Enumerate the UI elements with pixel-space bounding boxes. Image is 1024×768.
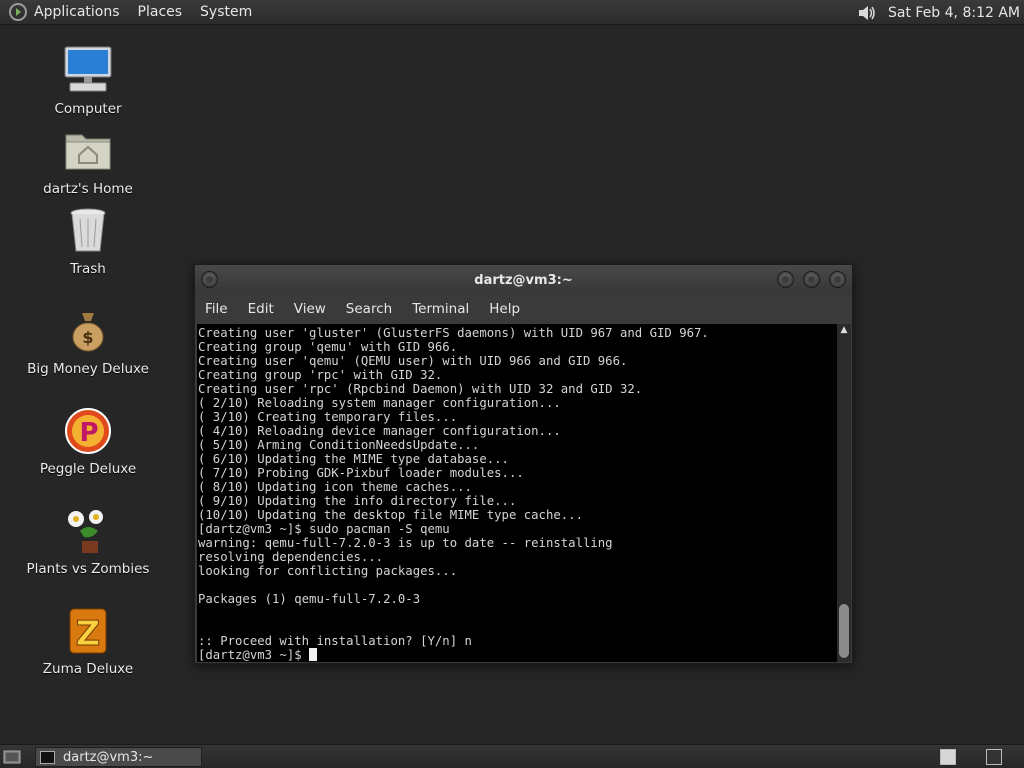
menu-terminal[interactable]: Terminal (412, 301, 469, 317)
terminal-menubar: File Edit View Search Terminal Help (195, 295, 852, 323)
desktop-icon-computer[interactable]: Computer (13, 45, 163, 117)
desktop-icon-peggle[interactable]: P Peggle Deluxe (13, 405, 163, 477)
desktop-icon-trash[interactable]: Trash (13, 205, 163, 277)
places-menu[interactable]: Places (138, 4, 183, 20)
top-panel: Applications Places System Sat Feb 4, 8:… (0, 0, 1024, 25)
close-button[interactable] (829, 271, 846, 288)
taskbar-terminal-button[interactable]: dartz@vm3:~ (35, 747, 202, 767)
terminal-title: dartz@vm3:~ (474, 272, 573, 288)
scrollbar-thumb[interactable] (839, 604, 849, 658)
minimize-button[interactable] (777, 271, 794, 288)
terminal-icon (40, 750, 55, 764)
desktop-icon-label: dartz's Home (43, 181, 133, 197)
menu-search[interactable]: Search (346, 301, 392, 317)
terminal-line: ( 9/10) Updating the info directory file… (198, 494, 517, 508)
terminal-window[interactable]: dartz@vm3:~ File Edit View Search Termin… (194, 264, 853, 664)
desktop-icon-label: Plants vs Zombies (26, 561, 150, 577)
terminal-line: ( 8/10) Updating icon theme caches... (198, 480, 472, 494)
terminal-line: Creating group 'qemu' with GID 966. (198, 340, 458, 354)
system-menu[interactable]: System (200, 4, 252, 20)
terminal-line: resolving dependencies... (198, 550, 384, 564)
taskbar-label: dartz@vm3:~ (63, 749, 154, 765)
speaker-icon[interactable] (856, 3, 878, 23)
trash-icon (70, 208, 106, 252)
terminal-line: :: Proceed with installation? [Y/n] n (198, 634, 472, 648)
desktop-icon-label: Computer (54, 101, 122, 117)
terminal-prompt: [dartz@vm3 ~]$ (198, 648, 310, 662)
terminal-line: ( 4/10) Reloading device manager configu… (198, 424, 561, 438)
plants-icon (68, 510, 103, 553)
maximize-button[interactable] (803, 271, 820, 288)
text-cursor (309, 648, 318, 661)
zuma-icon: Z (69, 608, 107, 655)
desktop-icon-label: Trash (70, 261, 106, 277)
gnome-foot-icon[interactable] (8, 2, 28, 22)
desktop-icon-label: Big Money Deluxe (27, 361, 149, 377)
desktop-icon-label: Peggle Deluxe (39, 461, 137, 477)
menu-file[interactable]: File (205, 301, 228, 317)
top-panel-tray: Sat Feb 4, 8:12 AM (856, 0, 1020, 25)
show-desktop-icon[interactable] (3, 748, 21, 765)
desktop-icon-plants-vs-zombies[interactable]: Plants vs Zombies (13, 505, 163, 577)
workspace-1[interactable] (940, 749, 956, 765)
desktop-icon-label: Zuma Deluxe (42, 661, 134, 677)
terminal-line: (10/10) Updating the desktop file MIME t… (198, 508, 583, 522)
terminal-scrollbar[interactable]: ▲ (837, 324, 851, 662)
terminal-line: looking for conflicting packages... (198, 564, 458, 578)
terminal-line: Packages (1) qemu-full-7.2.0-3 (198, 592, 421, 606)
computer-icon (64, 46, 112, 92)
clock[interactable]: Sat Feb 4, 8:12 AM (888, 5, 1020, 21)
money-bag-icon: $ (72, 313, 104, 352)
desktop-icon-big-money[interactable]: $ Big Money Deluxe (13, 305, 163, 377)
workspace-2[interactable] (986, 749, 1002, 765)
svg-text:$: $ (82, 328, 93, 347)
terminal-line: Creating user 'qemu' (QEMU user) with UI… (198, 354, 628, 368)
svg-text:P: P (79, 418, 98, 448)
terminal-line: ( 6/10) Updating the MIME type database.… (198, 452, 509, 466)
terminal-line: Creating user 'gluster' (GlusterFS daemo… (198, 326, 709, 340)
terminal-line: [dartz@vm3 ~]$ sudo pacman -S qemu (198, 522, 450, 536)
terminal-lines: Creating user 'gluster' (GlusterFS daemo… (198, 326, 837, 648)
scroll-up-arrow-icon[interactable]: ▲ (837, 324, 851, 336)
applications-menu[interactable]: Applications (34, 4, 120, 20)
terminal-prompt-line: [dartz@vm3 ~]$ (198, 648, 837, 662)
window-menu-button[interactable] (201, 271, 218, 288)
desktop-icon-home[interactable]: dartz's Home (13, 125, 163, 197)
terminal-titlebar[interactable]: dartz@vm3:~ (195, 265, 852, 295)
terminal-line: ( 5/10) Arming ConditionNeedsUpdate... (198, 438, 480, 452)
terminal-line: ( 3/10) Creating temporary files... (198, 410, 458, 424)
bottom-panel: dartz@vm3:~ (0, 744, 1024, 768)
peggle-icon: P (65, 408, 111, 454)
menu-help[interactable]: Help (489, 301, 520, 317)
terminal-output[interactable]: Creating user 'gluster' (GlusterFS daemo… (197, 324, 837, 662)
terminal-line: warning: qemu-full-7.2.0-3 is up to date… (198, 536, 613, 550)
menu-view[interactable]: View (294, 301, 326, 317)
home-folder-icon (65, 134, 111, 170)
terminal-line: Creating user 'rpc' (Rpcbind Daemon) wit… (198, 382, 643, 396)
terminal-line: ( 7/10) Probing GDK-Pixbuf loader module… (198, 466, 524, 480)
desktop-icon-zuma[interactable]: Z Zuma Deluxe (13, 605, 163, 677)
menu-edit[interactable]: Edit (248, 301, 274, 317)
terminal-line: Creating group 'rpc' with GID 32. (198, 368, 443, 382)
svg-text:Z: Z (76, 614, 101, 654)
terminal-line: ( 2/10) Reloading system manager configu… (198, 396, 561, 410)
